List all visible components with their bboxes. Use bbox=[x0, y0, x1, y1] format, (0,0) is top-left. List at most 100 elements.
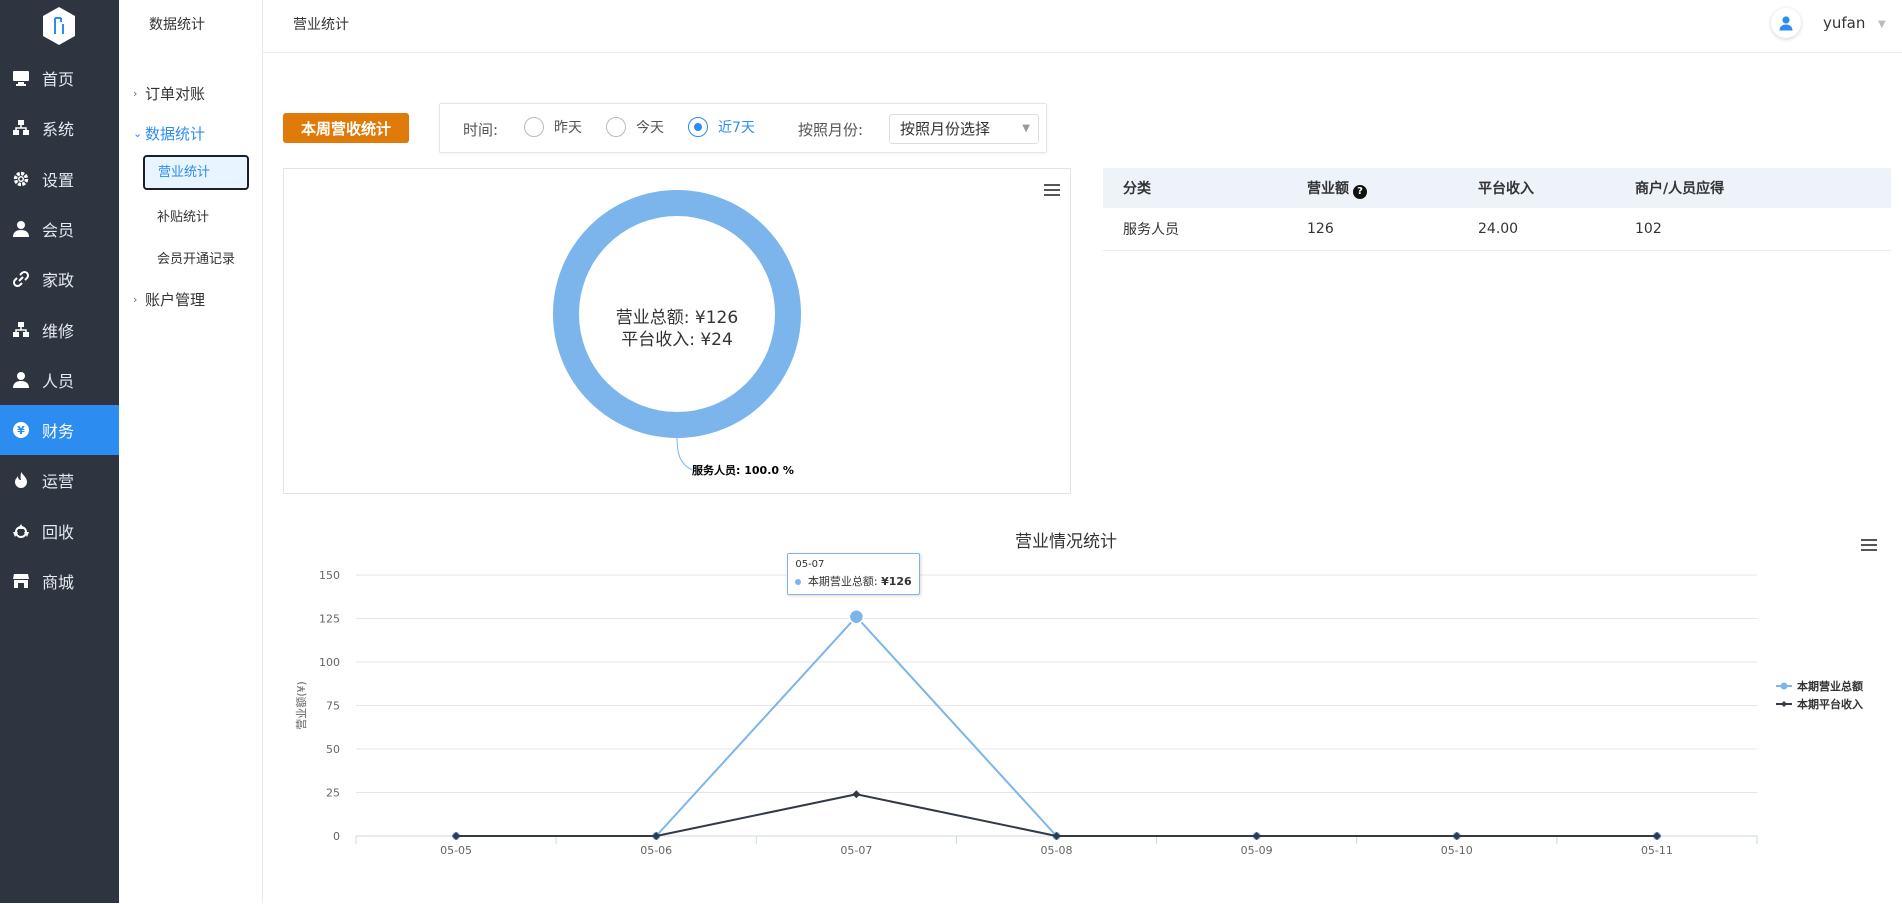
chart-title: 营业情况统计 bbox=[1015, 532, 1117, 552]
tooltip-dot bbox=[795, 578, 802, 585]
th-category: 分类 bbox=[1103, 168, 1287, 208]
x-tick-label: 05-05 bbox=[440, 844, 472, 857]
submenu-item-member-records[interactable]: 会员开通记录 bbox=[157, 248, 235, 267]
cell-category: 服务人员 bbox=[1103, 208, 1287, 251]
month-select-value: 按照月份选择 bbox=[900, 120, 991, 138]
legend-label-1[interactable]: 本期平台收入 bbox=[1797, 697, 1863, 711]
revenue-line-chart-panel: 营业情况统计 0 25 50 75 100 125 150 营业额(¥) 05-05 05-06 05… bbox=[283, 520, 1892, 900]
revenue-line-chart: 营业情况统计 0 25 50 75 100 125 150 营业额(¥) 05-05 05-06 05… bbox=[294, 532, 1863, 857]
sidebar-item-label: 家政 bbox=[42, 271, 75, 291]
y-tick-label: 50 bbox=[326, 743, 340, 756]
main-sidebar: 首页系统设置会员家政维修人员 ¥ 财务运营回收商城 bbox=[0, 0, 119, 903]
sitemap-icon bbox=[12, 119, 30, 137]
y-tick-label: 25 bbox=[326, 787, 340, 800]
y-tick-label: 150 bbox=[319, 569, 340, 582]
svg-text:¥: ¥ bbox=[17, 424, 25, 437]
month-select[interactable]: 按照月份选择 ▼ bbox=[889, 114, 1039, 144]
sidebar-item-label: 维修 bbox=[42, 321, 75, 341]
user-icon bbox=[12, 220, 30, 238]
cell-platform-income: 24.00 bbox=[1458, 208, 1615, 251]
chart-menu-icon[interactable] bbox=[1043, 183, 1061, 197]
th-platform-income: 平台收入 bbox=[1458, 168, 1615, 208]
sidebar-item-label: 会员 bbox=[42, 220, 75, 240]
legend-label-0[interactable]: 本期营业总额 bbox=[1797, 679, 1863, 693]
help-icon[interactable]: ? bbox=[1353, 184, 1367, 199]
chevron-right-icon: › bbox=[133, 293, 138, 306]
sidebar-item-0[interactable]: 首页 bbox=[0, 53, 119, 103]
donut-label-connector bbox=[676, 437, 693, 471]
submenu-group-order-reconcile[interactable]: › 订单对账 bbox=[133, 83, 205, 104]
donut-center-total: 营业总额: ¥126 bbox=[616, 308, 738, 328]
tooltip-row: 本期营业总额: ¥126 bbox=[795, 573, 912, 589]
chevron-down-icon: ▼ bbox=[1022, 123, 1030, 134]
sidebar-item-7[interactable]: ¥ 财务 bbox=[0, 405, 119, 456]
radio-today[interactable]: 今天 bbox=[606, 117, 664, 137]
donut-chart-panel: 营业总额: ¥126 平台收入: ¥24 服务人员: 100.0 % bbox=[283, 168, 1071, 494]
yen-icon: ¥ bbox=[12, 421, 30, 439]
sidebar-item-3[interactable]: 会员 bbox=[0, 204, 119, 254]
data-point[interactable] bbox=[852, 790, 861, 799]
submenu-group-label: 账户管理 bbox=[145, 291, 206, 309]
table-row: 服务人员 126 24.00 102 bbox=[1103, 208, 1891, 251]
series-line-1 bbox=[456, 793, 1657, 837]
radio-circle bbox=[524, 117, 544, 137]
donut-center-platform: 平台收入: ¥24 bbox=[621, 330, 733, 350]
sidebar-item-1[interactable]: 系统 bbox=[0, 103, 119, 153]
sidebar-item-4[interactable]: 家政 bbox=[0, 254, 119, 304]
user-icon bbox=[12, 371, 30, 389]
sidebar-item-9[interactable]: 回收 bbox=[0, 506, 119, 556]
username[interactable]: yufan bbox=[1823, 14, 1865, 32]
tooltip-value: ¥126 bbox=[881, 574, 912, 588]
sidebar-item-5[interactable]: 维修 bbox=[0, 305, 119, 355]
submenu-group-label: 订单对账 bbox=[145, 85, 206, 103]
time-label: 时间: bbox=[463, 121, 499, 139]
line-chart-menu-icon[interactable] bbox=[1860, 538, 1878, 552]
y-axis-label: 营业额(¥) bbox=[294, 681, 308, 730]
y-tick-label: 125 bbox=[319, 613, 340, 626]
weekly-revenue-tag[interactable]: 本周营收统计 bbox=[283, 113, 409, 143]
submenu-group-account-mgmt[interactable]: › 账户管理 bbox=[133, 289, 205, 310]
x-tick-label: 05-09 bbox=[1241, 844, 1273, 857]
secondary-menu: 数据统计 › 订单对账 ⌄ 数据统计 营业统计 补贴统计 会员开通记录 › 账户… bbox=[119, 0, 263, 903]
sidebar-item-label: 人员 bbox=[42, 371, 75, 391]
radio-yesterday[interactable]: 昨天 bbox=[524, 117, 582, 137]
sidebar-item-label: 系统 bbox=[42, 120, 75, 140]
app-logo[interactable] bbox=[41, 6, 77, 46]
filter-bar: 时间: 昨天 今天 近7天 按照月份: 按照月份选择 ▼ bbox=[439, 103, 1047, 153]
submenu-item-subsidy-stats[interactable]: 补贴统计 bbox=[157, 206, 209, 225]
table-header-row: 分类 营业额? 平台收入 商户/人员应得 bbox=[1103, 168, 1891, 208]
link-icon bbox=[12, 270, 30, 288]
sidebar-item-8[interactable]: 运营 bbox=[0, 455, 119, 505]
caret-down-icon[interactable]: ▼ bbox=[1878, 19, 1886, 30]
submenu-group-data-stats[interactable]: ⌄ 数据统计 bbox=[133, 123, 205, 144]
y-tick-label: 0 bbox=[333, 830, 340, 843]
hover-point[interactable] bbox=[848, 609, 865, 625]
y-tick-label: 75 bbox=[326, 700, 340, 713]
legend-marker bbox=[1781, 701, 1787, 707]
x-tick-label: 05-07 bbox=[840, 844, 872, 857]
sidebar-item-6[interactable]: 人员 bbox=[0, 355, 119, 405]
sidebar-item-10[interactable]: 商城 bbox=[0, 556, 119, 606]
radio-last-7-days[interactable]: 近7天 bbox=[688, 117, 755, 137]
breadcrumb: 营业统计 bbox=[293, 17, 349, 33]
sidebar-item-label: 首页 bbox=[42, 70, 75, 89]
x-tick-label: 05-11 bbox=[1641, 844, 1673, 857]
gear-icon bbox=[12, 170, 30, 188]
sidebar-item-label: 回收 bbox=[42, 522, 75, 542]
sidebar-item-label: 运营 bbox=[42, 472, 75, 492]
submenu-item-revenue-stats[interactable]: 营业统计 bbox=[143, 155, 249, 190]
radio-label: 今天 bbox=[636, 120, 664, 136]
sidebar-item-label: 商城 bbox=[42, 573, 75, 592]
submenu-title: 数据统计 bbox=[149, 17, 205, 33]
radio-label: 近7天 bbox=[718, 120, 755, 136]
sidebar-item-2[interactable]: 设置 bbox=[0, 154, 119, 204]
th-merchant-due: 商户/人员应得 bbox=[1615, 168, 1891, 208]
submenu-group-label: 数据统计 bbox=[145, 125, 206, 143]
avatar[interactable] bbox=[1771, 8, 1801, 38]
th-revenue-label: 营业额 bbox=[1307, 180, 1349, 197]
y-tick-label: 100 bbox=[319, 656, 340, 669]
tooltip-x: 05-07 bbox=[795, 558, 825, 570]
x-tick-label: 05-06 bbox=[640, 844, 672, 857]
x-tick-label: 05-10 bbox=[1441, 844, 1473, 857]
cell-merchant-due: 102 bbox=[1615, 208, 1891, 251]
